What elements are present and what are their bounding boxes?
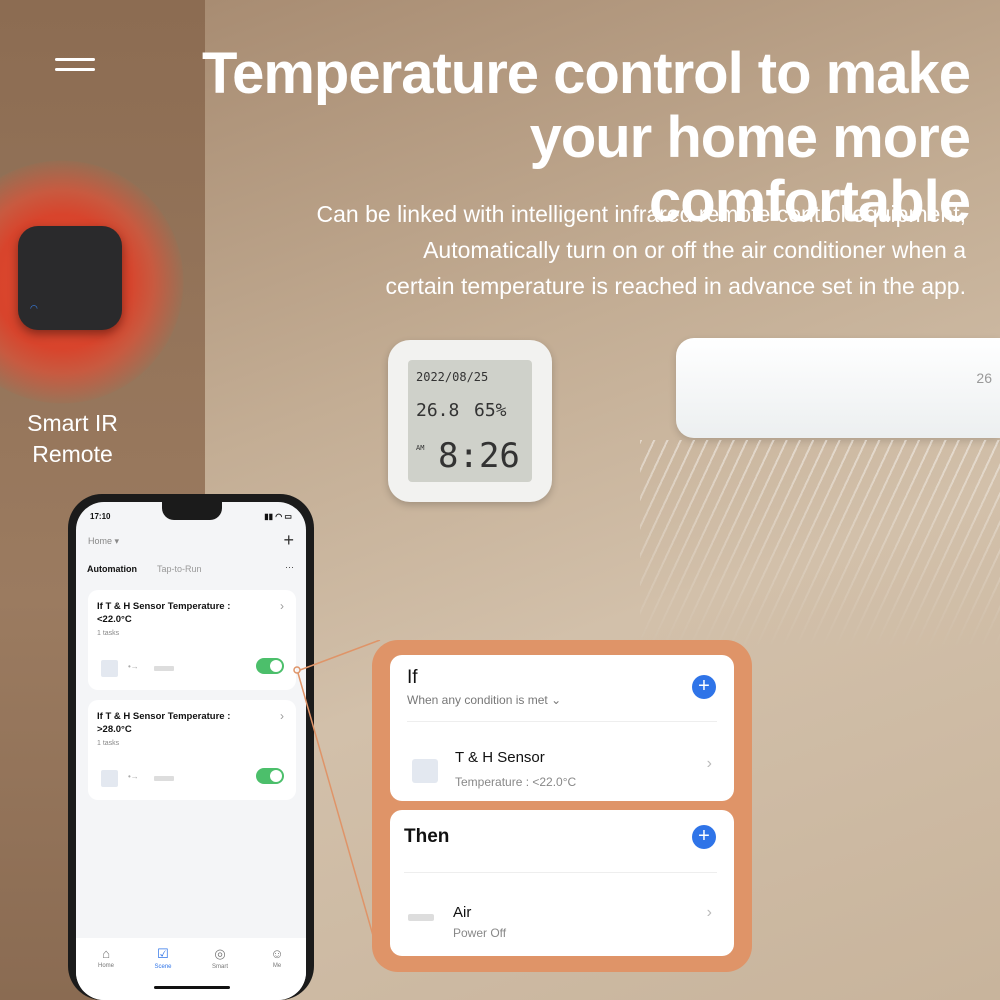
lcd-clock: 8:26 — [438, 436, 520, 476]
ac-icon — [408, 914, 434, 921]
subtitle-line: Automatically turn on or off the air con… — [423, 237, 966, 263]
add-action-button[interactable]: + — [692, 825, 716, 849]
action-device[interactable]: Air — [453, 904, 471, 921]
lcd-temp: 26.8 — [416, 400, 460, 421]
lcd-humidity: 65% — [474, 400, 507, 421]
automation-detail-callout: If When any condition is met ⌄ + T & H S… — [372, 640, 752, 972]
ac-display: 26 — [976, 370, 992, 386]
title-line: Temperature control to make — [201, 41, 971, 106]
nav-scene[interactable]: ☑ Scene — [143, 946, 183, 970]
card-value: >28.0°C — [97, 724, 132, 735]
card-tasks: 1 tasks — [97, 740, 120, 747]
add-button[interactable]: + — [283, 530, 294, 551]
ac-icon — [154, 666, 174, 671]
nav-home[interactable]: ⌂ Home — [86, 946, 126, 969]
home-indicator — [154, 986, 230, 989]
nav-smart[interactable]: ◎ Smart — [200, 946, 240, 970]
ir-remote-image: ◠ — [18, 226, 122, 330]
scene-checkbox-icon: ☑ — [157, 946, 169, 961]
action-detail: Power Off — [453, 926, 507, 940]
card-title: If T & H Sensor Temperature : — [97, 601, 231, 612]
airflow-lines — [640, 440, 1000, 650]
nav-label: Scene — [154, 964, 172, 970]
divider — [404, 872, 717, 873]
more-button[interactable]: ··· — [285, 562, 294, 572]
sensor-icon — [412, 759, 438, 783]
enable-toggle[interactable] — [256, 768, 284, 784]
card-title: If T & H Sensor Temperature : — [97, 711, 231, 722]
divider — [407, 721, 717, 722]
remote-label: Smart IR Remote — [10, 408, 135, 470]
chevron-right-icon[interactable]: › — [707, 755, 712, 773]
notch — [162, 502, 222, 520]
chevron-right-icon[interactable]: › — [707, 904, 712, 922]
tab-automation[interactable]: Automation — [87, 564, 137, 574]
condition-device[interactable]: T & H Sensor — [455, 749, 545, 766]
smart-icon: ◎ — [214, 946, 226, 961]
menu-icon[interactable] — [55, 58, 95, 82]
if-card: If When any condition is met ⌄ + T & H S… — [390, 655, 734, 801]
add-condition-button[interactable]: + — [692, 675, 716, 699]
home-selector[interactable]: Home ▾ — [88, 536, 119, 547]
card-tasks: 1 tasks — [97, 630, 120, 637]
enable-toggle[interactable] — [256, 658, 284, 674]
wifi-icon: ◠ — [30, 303, 38, 313]
sensor-icon — [101, 660, 118, 677]
card-value: <22.0°C — [97, 614, 132, 625]
tab-tap-to-run[interactable]: Tap-to-Run — [157, 564, 202, 574]
arrow-icon: •→ — [128, 772, 139, 781]
lcd-date: 2022/08/25 — [416, 370, 489, 384]
nav-label: Home — [97, 963, 114, 969]
condition-detail: Temperature : <22.0°C — [455, 775, 577, 789]
label-line: Smart IR — [27, 410, 118, 436]
subtitle-line: certain temperature is reached in advanc… — [385, 273, 966, 299]
chevron-right-icon: › — [280, 709, 284, 723]
status-time: 17:10 — [90, 512, 111, 521]
automation-card[interactable]: If T & H Sensor Temperature : <22.0°C 1 t… — [88, 590, 296, 690]
label-line: Remote — [32, 441, 113, 467]
headline-subtitle: Can be linked with intelligent infrared … — [220, 196, 966, 304]
air-conditioner-image: 26 — [676, 338, 1000, 438]
nav-label: Smart — [211, 964, 228, 970]
if-title: If — [407, 667, 418, 688]
sensor-lcd: 2022/08/25 26.8 65% AM 8:26 — [408, 360, 532, 482]
phone: 17:10 ▮▮ ◠ ▭ Home ▾ + Automation Tap-to-… — [68, 494, 314, 1000]
subtitle-line: Can be linked with intelligent infrared … — [316, 201, 966, 227]
nav-label: Me — [272, 963, 282, 969]
automation-card[interactable]: If T & H Sensor Temperature : >28.0°C 1 t… — [88, 700, 296, 800]
condition-selector[interactable]: When any condition is met ⌄ — [407, 693, 561, 707]
sensor-icon — [101, 770, 118, 787]
bottom-nav: ⌂ Home ☑ Scene ◎ Smart ☺ Me — [76, 938, 306, 1000]
chevron-right-icon: › — [280, 599, 284, 613]
then-title: Then — [404, 826, 450, 847]
home-icon: ⌂ — [102, 946, 110, 961]
arrow-icon: •→ — [128, 662, 139, 671]
phone-screen: 17:10 ▮▮ ◠ ▭ Home ▾ + Automation Tap-to-… — [76, 502, 306, 1000]
lcd-am: AM — [416, 444, 425, 452]
ac-icon — [154, 776, 174, 781]
then-card: Then + Air Power Off › — [390, 810, 734, 956]
th-sensor-image: 2022/08/25 26.8 65% AM 8:26 — [388, 340, 552, 502]
status-icons: ▮▮ ◠ ▭ — [264, 512, 292, 521]
